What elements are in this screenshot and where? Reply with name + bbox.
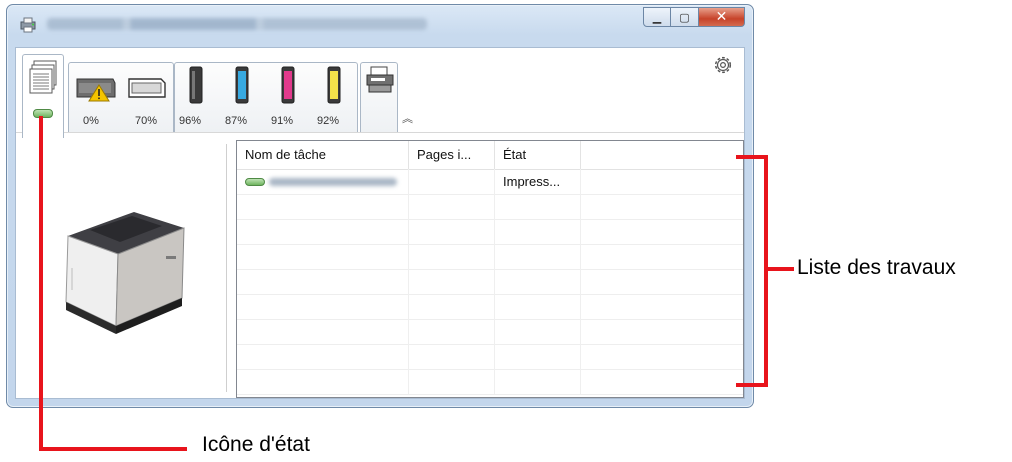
gear-icon[interactable] xyxy=(712,54,734,76)
title-bar[interactable]: ▁ ▢ ✕ xyxy=(7,5,753,45)
table-row[interactable]: Impress... xyxy=(237,169,743,195)
job-list-bracket-leader xyxy=(768,267,794,271)
table-row xyxy=(237,269,743,295)
panel-divider[interactable] xyxy=(226,144,227,392)
status-led-icon xyxy=(33,109,53,118)
column-header-job-name[interactable]: Nom de tâche xyxy=(237,141,409,169)
job-name-cell xyxy=(237,169,409,194)
paper-level-1: 0% xyxy=(83,115,99,127)
status-icon-leader-horizontal xyxy=(39,447,187,451)
column-header-pages[interactable]: Pages i... xyxy=(409,141,495,169)
table-row xyxy=(237,194,743,220)
minimize-button[interactable]: ▁ xyxy=(643,7,671,27)
table-row xyxy=(237,294,743,320)
table-row xyxy=(237,219,743,245)
job-status-led-icon xyxy=(245,178,265,186)
job-list-callout-label: Liste des travaux xyxy=(797,256,956,279)
maximize-button[interactable]: ▢ xyxy=(671,7,699,27)
table-row xyxy=(237,369,743,395)
status-toolbar: 0% 70% 96% 87% 91% 92% ︽ xyxy=(16,48,744,138)
paper-tray-warning-icon xyxy=(76,78,116,102)
toner-level-yellow: 92% xyxy=(317,115,340,127)
window-title-blurred xyxy=(47,18,427,30)
job-pages-cell xyxy=(409,169,495,194)
toner-level-black: 96% xyxy=(179,115,202,127)
paper-level-2: 70% xyxy=(135,115,158,127)
job-list-bracket-vertical xyxy=(764,155,768,387)
toner-level-cyan: 87% xyxy=(225,115,248,127)
paper-tray-icon xyxy=(128,78,166,98)
document-stack-icon xyxy=(29,60,57,94)
toner-yellow-icon xyxy=(327,66,341,104)
status-icon-callout-label: Icône d'état xyxy=(202,433,310,456)
tab-status[interactable] xyxy=(22,54,64,138)
table-row xyxy=(237,244,743,270)
status-monitor-window: ▁ ▢ ✕ 0% 70% 96% 87% 91% 92% ︽ Nom de tâ… xyxy=(6,4,754,408)
job-list-header: Nom de tâche Pages i... État xyxy=(237,141,743,170)
table-row xyxy=(237,319,743,345)
toner-magenta-icon xyxy=(281,66,295,104)
toner-level-magenta: 91% xyxy=(271,115,294,127)
caption-buttons: ▁ ▢ ✕ xyxy=(643,7,745,27)
tab-toner[interactable]: 96% 87% 91% 92% xyxy=(174,62,358,132)
job-state-cell: Impress... xyxy=(495,169,581,194)
printer-app-icon xyxy=(20,17,36,33)
toner-cyan-icon xyxy=(235,66,249,104)
job-list[interactable]: Nom de tâche Pages i... État Impress... xyxy=(236,140,744,398)
tab-scanner[interactable] xyxy=(360,62,398,132)
tab-paper[interactable]: 0% 70% xyxy=(68,62,174,132)
status-icon-leader-vertical xyxy=(39,116,43,451)
toner-black-icon xyxy=(189,66,203,104)
printer-image xyxy=(65,212,185,334)
close-button[interactable]: ✕ xyxy=(699,7,745,27)
collapse-chevron-icon[interactable]: ︽ xyxy=(402,110,413,126)
mfp-scanner-icon xyxy=(366,66,394,93)
column-header-state[interactable]: État xyxy=(495,141,581,169)
table-row xyxy=(237,344,743,370)
client-area: 0% 70% 96% 87% 91% 92% ︽ Nom de tâche Pa… xyxy=(15,47,745,399)
job-name-blurred xyxy=(269,178,397,186)
